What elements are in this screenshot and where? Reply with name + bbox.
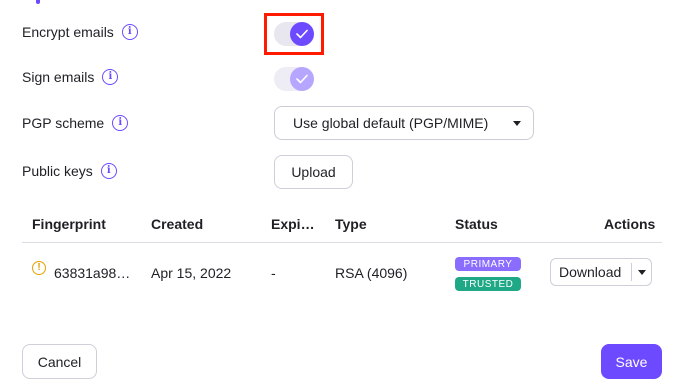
expires-cell: -: [271, 265, 276, 281]
pgp-scheme-select[interactable]: Use global default (PGP/MIME): [274, 106, 534, 140]
column-header-fingerprint: Fingerprint: [32, 216, 106, 232]
cancel-button[interactable]: Cancel: [22, 344, 97, 379]
status-badge-primary: PRIMARY: [455, 257, 521, 271]
column-header-status: Status: [455, 216, 498, 232]
save-button[interactable]: Save: [601, 344, 662, 379]
encrypt-emails-label: Encrypt emails: [22, 24, 114, 40]
pgp-scheme-label: PGP scheme: [22, 115, 105, 131]
sign-emails-row: Sign emails i: [22, 69, 119, 85]
created-cell: Apr 15, 2022: [151, 265, 232, 281]
status-badge-trusted: TRUSTED: [455, 277, 521, 291]
check-icon: [290, 67, 314, 91]
upload-button[interactable]: Upload: [274, 155, 353, 189]
download-split-button: Download: [550, 258, 652, 286]
sign-emails-label: Sign emails: [22, 69, 95, 85]
info-icon[interactable]: i: [112, 115, 129, 131]
download-button[interactable]: Download: [551, 264, 631, 280]
type-cell: RSA (4096): [335, 265, 408, 281]
info-icon[interactable]: i: [102, 69, 119, 85]
chevron-down-icon[interactable]: [638, 269, 646, 275]
pgp-scheme-row: PGP scheme i: [22, 115, 129, 131]
column-header-type: Type: [335, 216, 367, 232]
public-keys-label: Public keys: [22, 163, 93, 179]
highlight-box: [264, 13, 324, 55]
info-icon[interactable]: i: [121, 24, 138, 40]
warning-icon: !: [32, 261, 46, 275]
table-divider: [22, 242, 662, 243]
sign-emails-toggle: [274, 67, 314, 91]
column-header-actions: Actions: [604, 216, 656, 232]
chevron-down-icon: [513, 121, 521, 126]
fingerprint-cell: 63831a98…: [54, 265, 131, 281]
encrypt-emails-row: Encrypt emails i: [22, 24, 138, 40]
column-header-expires: Expi…: [271, 216, 315, 232]
split-separator: [631, 263, 632, 281]
column-header-created: Created: [151, 216, 204, 232]
pgp-scheme-value: Use global default (PGP/MIME): [293, 115, 489, 131]
scroll-accent-marker: [36, 0, 40, 4]
public-keys-row: Public keys i: [22, 163, 117, 179]
info-icon[interactable]: i: [100, 163, 117, 179]
